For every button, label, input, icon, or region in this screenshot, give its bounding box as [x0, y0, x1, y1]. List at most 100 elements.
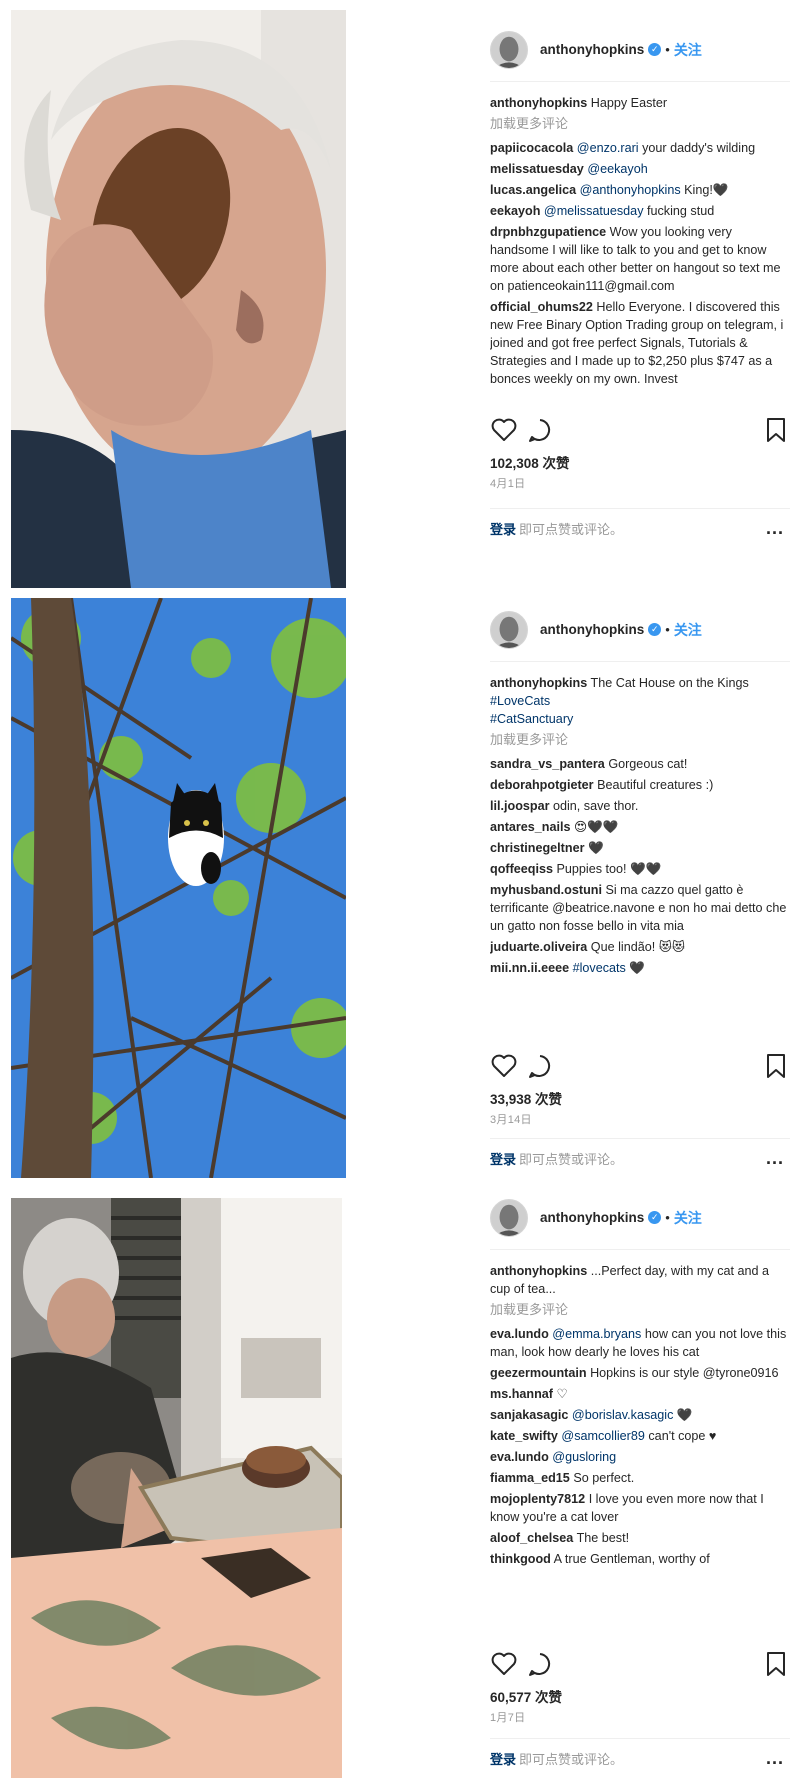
caption-username[interactable]: anthonyhopkins	[490, 676, 587, 690]
comment-username[interactable]: mojoplenty7812	[490, 1492, 585, 1506]
comment: kate_swifty @samcollier89 can't cope ♥	[490, 1427, 790, 1445]
separator-dot: •	[665, 1210, 670, 1225]
comment-icon[interactable]	[526, 416, 554, 444]
comment-text: Gorgeous cat!	[608, 757, 688, 771]
comments-list[interactable]: anthonyhopkins ...Perfect day, with my c…	[490, 1262, 790, 1644]
caption-username[interactable]: anthonyhopkins	[490, 1264, 587, 1278]
comment-username[interactable]: ms.hannaf	[490, 1387, 553, 1401]
comment-username[interactable]: myhusband.ostuni	[490, 883, 602, 897]
caption-username[interactable]: anthonyhopkins	[490, 96, 587, 110]
action-bar	[490, 1650, 790, 1680]
comment-icon[interactable]	[526, 1650, 554, 1678]
likes-count[interactable]: 33,938 次赞	[490, 1088, 562, 1108]
comment-mention[interactable]: @anthonyhopkins	[580, 183, 681, 197]
login-link[interactable]: 登录	[490, 1749, 516, 1768]
comment-username[interactable]: geezermountain	[490, 1366, 587, 1380]
comment-username[interactable]: antares_nails	[490, 820, 571, 834]
post-photo-easter	[11, 10, 346, 588]
more-options-icon[interactable]: ...	[766, 518, 790, 539]
load-more-comments[interactable]: 加载更多评论	[490, 731, 790, 749]
username[interactable]: anthonyhopkins	[540, 42, 644, 57]
follow-button[interactable]: 关注	[674, 620, 702, 640]
heart-icon[interactable]	[490, 1052, 518, 1080]
verified-badge-icon: ✓	[648, 1211, 662, 1224]
username[interactable]: anthonyhopkins	[540, 622, 644, 637]
more-options-icon[interactable]: ...	[766, 1148, 790, 1169]
post-1: anthonyhopkins ✓ • 关注 anthonyhopkins Hap…	[0, 8, 802, 590]
comment-text: So perfect.	[573, 1471, 635, 1485]
comment-username[interactable]: eva.lundo	[490, 1450, 549, 1464]
bookmark-icon[interactable]	[762, 1052, 790, 1080]
comments-list[interactable]: anthonyhopkins Happy Easter 加载更多评论 papii…	[490, 94, 790, 410]
comment-username[interactable]: juduarte.oliveira	[490, 940, 587, 954]
heart-icon[interactable]	[490, 1650, 518, 1678]
bookmark-icon[interactable]	[762, 416, 790, 444]
avatar[interactable]	[490, 30, 528, 69]
comment: geezermountain Hopkins is our style @tyr…	[490, 1364, 790, 1382]
comment-username[interactable]: drpnbhzgupatience	[490, 225, 606, 239]
comment: melissatuesday @eekayoh	[490, 160, 790, 178]
login-link[interactable]: 登录	[490, 519, 516, 538]
comment-username[interactable]: fiamma_ed15	[490, 1471, 570, 1485]
post-header: anthonyhopkins ✓ • 关注	[490, 598, 790, 662]
comment-mention[interactable]: @borislav.kasagic	[572, 1408, 673, 1422]
username[interactable]: anthonyhopkins	[540, 1210, 644, 1225]
comment-username[interactable]: papiicocacola	[490, 141, 573, 155]
post-sidebar: anthonyhopkins ✓ • 关注 anthonyhopkins ...…	[490, 1186, 790, 1784]
avatar[interactable]	[490, 1198, 528, 1237]
comment: papiicocacola @enzo.rari your daddy's wi…	[490, 139, 790, 157]
comment-mention[interactable]: @melissatuesday	[544, 204, 644, 218]
load-more-comments[interactable]: 加载更多评论	[490, 115, 790, 133]
comment-username[interactable]: lucas.angelica	[490, 183, 576, 197]
post-footer: 登录 即可点赞或评论。 ...	[490, 1738, 790, 1778]
comment-text: 🖤	[587, 841, 604, 855]
comment-text: Que lindão! 😻😻	[590, 940, 685, 954]
comment-username[interactable]: aloof_chelsea	[490, 1531, 573, 1545]
comment-text: 🖤	[625, 961, 645, 975]
comment-mention[interactable]: #lovecats	[573, 961, 626, 975]
separator-dot: •	[665, 622, 670, 637]
comment-mention[interactable]: @enzo.rari	[577, 141, 639, 155]
likes-count[interactable]: 102,308 次赞	[490, 452, 570, 472]
likes-count[interactable]: 60,577 次赞	[490, 1686, 562, 1706]
comment-username[interactable]: melissatuesday	[490, 162, 584, 176]
comment-mention[interactable]: @emma.bryans	[552, 1327, 641, 1341]
heart-icon[interactable]	[490, 416, 518, 444]
comment-username[interactable]: eva.lundo	[490, 1327, 549, 1341]
comment: myhusband.ostuni Si ma cazzo quel gatto …	[490, 881, 790, 935]
follow-button[interactable]: 关注	[674, 1208, 702, 1228]
hashtag[interactable]: #CatSanctuary	[490, 710, 790, 728]
separator-dot: •	[665, 42, 670, 57]
comment-mention[interactable]: @gusloring	[552, 1450, 616, 1464]
load-more-comments[interactable]: 加载更多评论	[490, 1301, 790, 1319]
comment-username[interactable]: mii.nn.ii.eeee	[490, 961, 569, 975]
comment-username[interactable]: kate_swifty	[490, 1429, 558, 1443]
comment-username[interactable]: thinkgood	[490, 1552, 551, 1566]
comment-username[interactable]: official_ohums22	[490, 300, 593, 314]
login-link[interactable]: 登录	[490, 1149, 516, 1168]
post-sidebar: anthonyhopkins ✓ • 关注 anthonyhopkins Hap…	[490, 18, 790, 588]
comment: aloof_chelsea The best!	[490, 1529, 790, 1547]
comment-username[interactable]: lil.joospar	[490, 799, 549, 813]
comment-username[interactable]: qoffeeqiss	[490, 862, 553, 876]
comment-username[interactable]: christinegeltner	[490, 841, 584, 855]
bookmark-icon[interactable]	[762, 1650, 790, 1678]
follow-button[interactable]: 关注	[674, 40, 702, 60]
hashtag[interactable]: #LoveCats	[490, 692, 790, 710]
comment-username[interactable]: sandra_vs_pantera	[490, 757, 605, 771]
more-options-icon[interactable]: ...	[766, 1748, 790, 1769]
comment: juduarte.oliveira Que lindão! 😻😻	[490, 938, 790, 956]
post-footer: 登录 即可点赞或评论。 ...	[490, 1138, 790, 1178]
comments-list[interactable]: anthonyhopkins The Cat House on the King…	[490, 674, 790, 1046]
comment-username[interactable]: deborahpotgieter	[490, 778, 594, 792]
avatar[interactable]	[490, 610, 528, 649]
login-prompt: 即可点赞或评论。	[519, 1152, 624, 1167]
comment: eva.lundo @emma.bryans how can you not l…	[490, 1325, 790, 1361]
comment-mention[interactable]: @samcollier89	[561, 1429, 644, 1443]
comment-text: odin, save thor.	[552, 799, 639, 813]
comment-text: A true Gentleman, worthy of	[553, 1552, 710, 1566]
comment-mention[interactable]: @eekayoh	[587, 162, 647, 176]
comment-icon[interactable]	[526, 1052, 554, 1080]
comment-username[interactable]: eekayoh	[490, 204, 540, 218]
comment-username[interactable]: sanjakasagic	[490, 1408, 568, 1422]
